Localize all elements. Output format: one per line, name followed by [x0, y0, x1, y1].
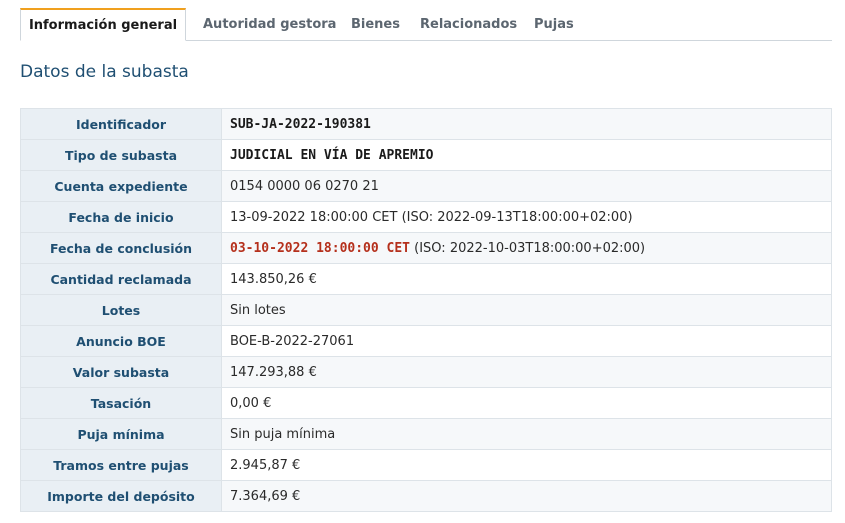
table-row: Importe del depósito 7.364,69 € — [20, 480, 832, 512]
row-label: Cuenta expediente — [20, 170, 222, 202]
row-label: Identificador — [20, 108, 222, 140]
row-label: Importe del depósito — [20, 480, 222, 512]
lotes-value: Sin lotes — [221, 294, 832, 326]
row-label: Tramos entre pujas — [20, 449, 222, 481]
row-label: Valor subasta — [20, 356, 222, 388]
table-row: Tipo de subasta JUDICIAL EN VÍA DE APREM… — [20, 139, 832, 171]
tab-informacion-general[interactable]: Información general — [20, 8, 186, 41]
row-label: Lotes — [20, 294, 222, 326]
table-row: Valor subasta 147.293,88 € — [20, 356, 832, 388]
tasacion-value: 0,00 € — [221, 387, 832, 419]
identificador-value: SUB-JA-2022-190381 — [230, 116, 371, 132]
row-label: Cantidad reclamada — [20, 263, 222, 295]
auction-details-table: Identificador SUB-JA-2022-190381 Tipo de… — [20, 108, 832, 512]
inicio-value: 13-09-2022 18:00:00 CET (ISO: 2022-09-13… — [221, 201, 832, 233]
conclusion-iso: (ISO: 2022-10-03T18:00:00+02:00) — [410, 240, 646, 256]
table-row: Identificador SUB-JA-2022-190381 — [20, 108, 832, 140]
table-row: Anuncio BOE BOE-B-2022-27061 — [20, 325, 832, 357]
cuenta-value: 0154 0000 06 0270 21 — [221, 170, 832, 202]
tipo-value: JUDICIAL EN VÍA DE APREMIO — [230, 147, 434, 163]
row-label: Anuncio BOE — [20, 325, 222, 357]
row-label: Fecha de inicio — [20, 201, 222, 233]
table-row: Fecha de conclusión 03-10-2022 18:00:00 … — [20, 232, 832, 264]
table-row: Tasación 0,00 € — [20, 387, 832, 419]
row-value: 03-10-2022 18:00:00 CET (ISO: 2022-10-03… — [221, 232, 832, 264]
row-label: Tipo de subasta — [20, 139, 222, 171]
tab-pujas[interactable]: Pujas — [534, 8, 574, 40]
row-label: Puja mínima — [20, 418, 222, 450]
puja-minima-value: Sin puja mínima — [221, 418, 832, 450]
tab-autoridad-gestora[interactable]: Autoridad gestora — [203, 8, 336, 40]
row-value: SUB-JA-2022-190381 — [221, 108, 832, 140]
row-label: Tasación — [20, 387, 222, 419]
table-row: Cuenta expediente 0154 0000 06 0270 21 — [20, 170, 832, 202]
row-value: JUDICIAL EN VÍA DE APREMIO — [221, 139, 832, 171]
table-row: Tramos entre pujas 2.945,87 € — [20, 449, 832, 481]
boe-value: BOE-B-2022-27061 — [221, 325, 832, 357]
table-row: Fecha de inicio 13-09-2022 18:00:00 CET … — [20, 201, 832, 233]
cantidad-value: 143.850,26 € — [221, 263, 832, 295]
valor-value: 147.293,88 € — [221, 356, 832, 388]
table-row: Lotes Sin lotes — [20, 294, 832, 326]
table-row: Cantidad reclamada 143.850,26 € — [20, 263, 832, 295]
tab-relacionados[interactable]: Relacionados — [420, 8, 517, 40]
table-row: Puja mínima Sin puja mínima — [20, 418, 832, 450]
tramos-value: 2.945,87 € — [221, 449, 832, 481]
conclusion-date-highlight: 03-10-2022 18:00:00 CET — [230, 240, 411, 256]
deposito-value: 7.364,69 € — [221, 480, 832, 512]
section-title: Datos de la subasta — [20, 62, 189, 82]
row-label: Fecha de conclusión — [20, 232, 222, 264]
tab-bienes[interactable]: Bienes — [351, 8, 400, 40]
tab-bar: Información general Autoridad gestora Bi… — [20, 8, 832, 41]
